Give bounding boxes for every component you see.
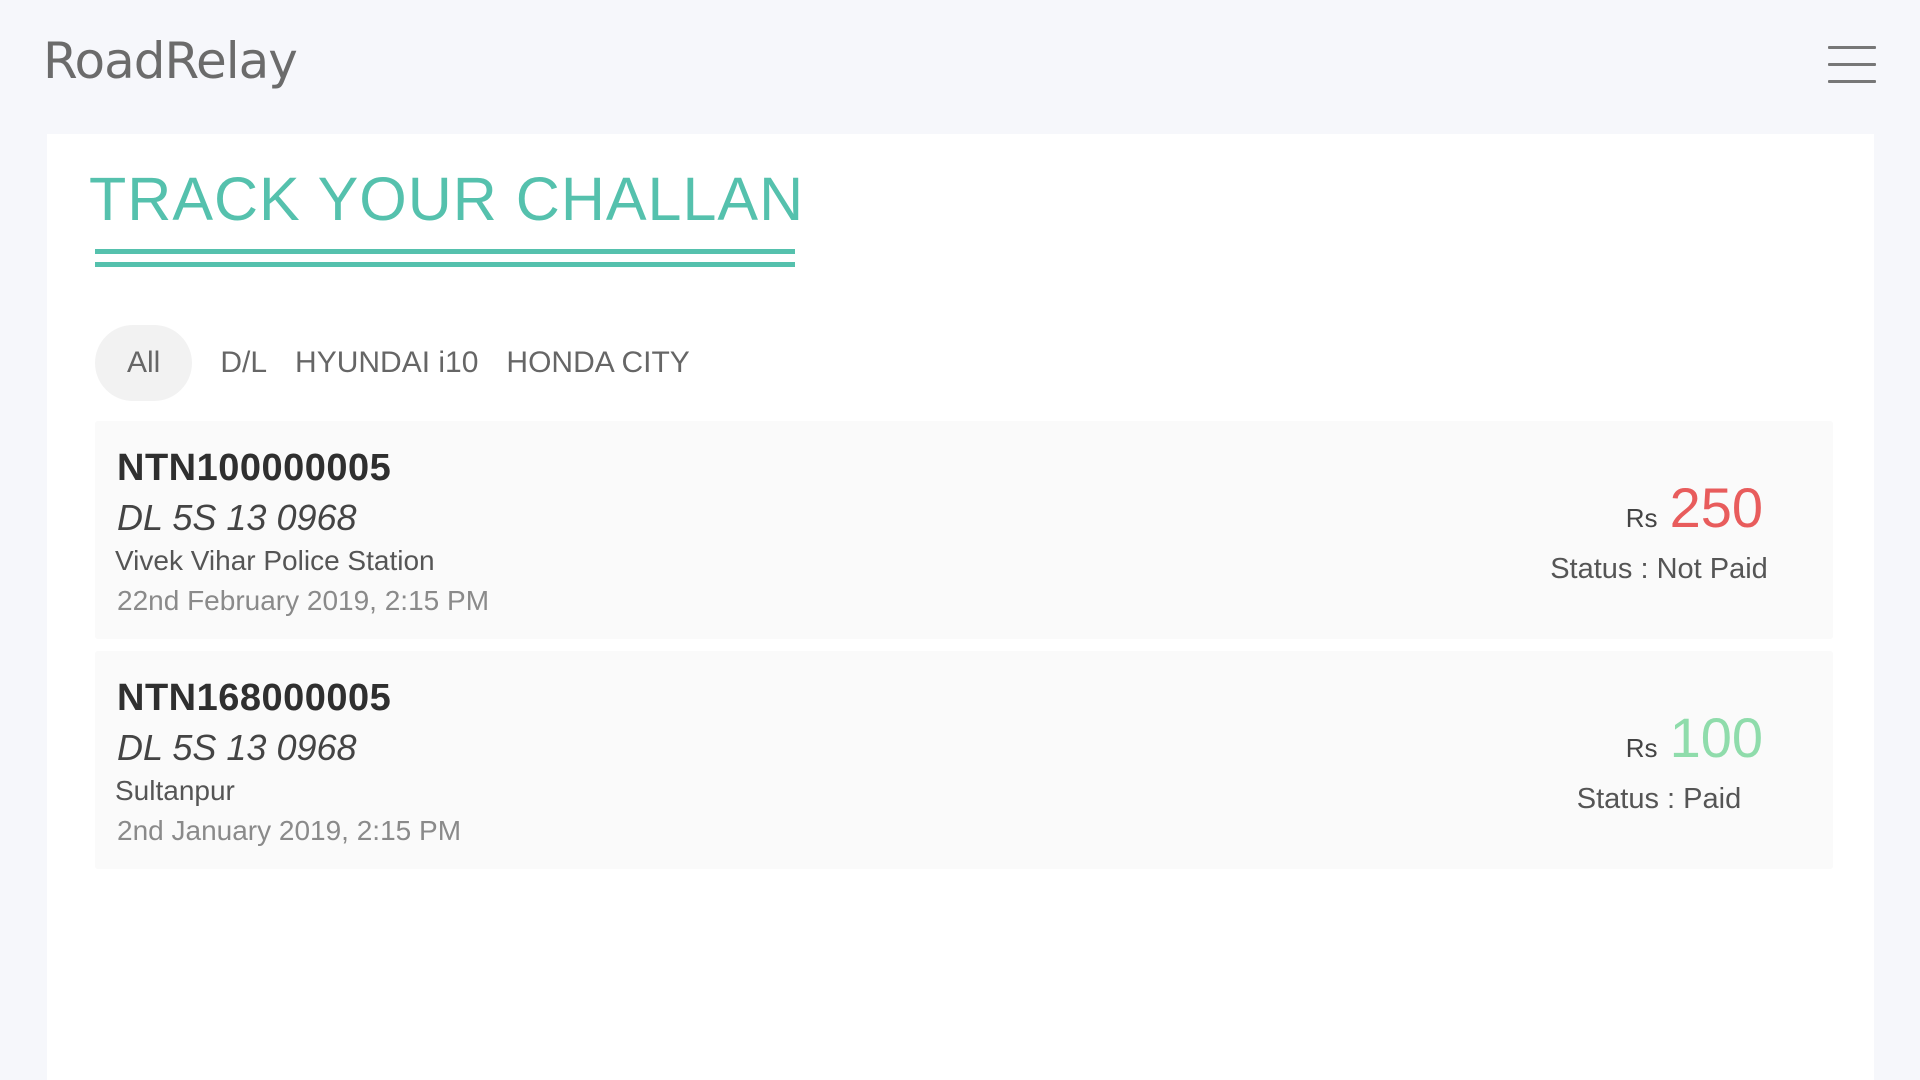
challan-amount: Rs 100 [1626, 705, 1763, 770]
menu-line [1828, 46, 1876, 49]
challan-amount: Rs 250 [1626, 475, 1763, 540]
filter-tabs: All D/L HYUNDAI i10 HONDA CITY [95, 325, 704, 401]
payment-status: Status : Paid [1576, 783, 1742, 815]
challan-number: NTN100000005 [117, 447, 392, 489]
menu-line [1828, 63, 1876, 66]
tab-honda-city[interactable]: HONDA CITY [492, 325, 703, 401]
vehicle-number: DL 5S 13 0968 [117, 727, 357, 768]
payment-status: Status : Not Paid [1550, 553, 1768, 585]
challan-location: Vivek Vihar Police Station [115, 545, 435, 576]
menu-line [1828, 80, 1876, 83]
challan-datetime: 2nd January 2019, 2:15 PM [117, 815, 462, 846]
vehicle-number: DL 5S 13 0968 [117, 497, 357, 538]
hamburger-menu-icon[interactable] [1828, 44, 1876, 84]
tab-dl[interactable]: D/L [206, 325, 281, 401]
challan-datetime: 22nd February 2019, 2:15 PM [117, 585, 490, 616]
tab-all[interactable]: All [95, 325, 193, 401]
brand-logo[interactable]: RoadRelay [43, 32, 298, 90]
main-panel: TRACK YOUR CHALLAN All D/L HYUNDAI i10 H… [47, 134, 1874, 1080]
amount-value: 250 [1669, 476, 1763, 539]
currency-label: Rs [1625, 503, 1658, 533]
challan-card[interactable]: NTN100000005 DL 5S 13 0968 Vivek Vihar P… [95, 421, 1833, 639]
title-underline [95, 249, 795, 267]
app-bar: RoadRelay [0, 0, 1920, 130]
challan-number: NTN168000005 [117, 677, 392, 719]
page-title: TRACK YOUR CHALLAN [89, 165, 805, 233]
amount-value: 100 [1669, 706, 1763, 769]
currency-label: Rs [1625, 733, 1658, 763]
challan-location: Sultanpur [115, 775, 235, 806]
challan-card[interactable]: NTN168000005 DL 5S 13 0968 Sultanpur 2nd… [95, 651, 1833, 869]
tab-hyundai-i10[interactable]: HYUNDAI i10 [281, 325, 492, 401]
